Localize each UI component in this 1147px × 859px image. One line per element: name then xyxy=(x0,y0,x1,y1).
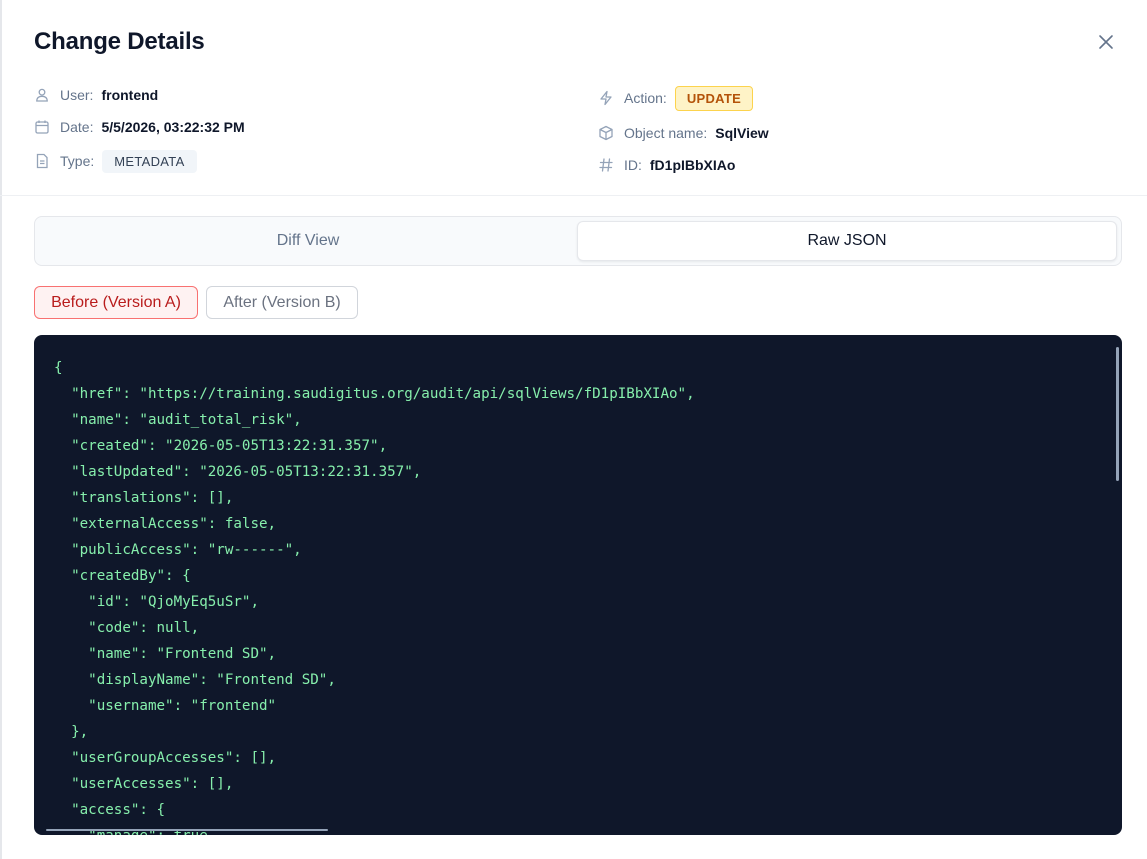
code-line: "translations": [], xyxy=(54,490,234,506)
cube-icon xyxy=(598,125,614,141)
code-line: "lastUpdated": "2026-05-05T13:22:31.357"… xyxy=(54,464,422,480)
code-line: "username": "frontend" xyxy=(54,698,277,714)
id-value: fD1pIBbXIAo xyxy=(649,157,736,173)
close-button[interactable] xyxy=(1094,30,1118,54)
code-line: "name": "audit_total_risk", xyxy=(54,412,302,428)
object-name-label: Object name: xyxy=(624,125,708,141)
id-label: ID: xyxy=(624,157,642,173)
code-line: "access": { xyxy=(54,802,166,818)
type-label: Type: xyxy=(60,153,95,169)
code-line: "createdBy": { xyxy=(54,568,191,584)
date-label: Date: xyxy=(60,119,94,135)
tab-diff-view[interactable]: Diff View xyxy=(39,221,577,261)
hash-icon xyxy=(598,157,614,173)
user-value: frontend xyxy=(101,87,159,103)
code-line: "displayName": "Frontend SD", xyxy=(54,672,336,688)
json-code-panel[interactable]: { "href": "https://training.saudigitus.o… xyxy=(34,335,1122,835)
dialog-title: Change Details xyxy=(34,28,205,55)
code-line: "code": null, xyxy=(54,620,200,636)
code-line: "id": "QjoMyEq5uSr", xyxy=(54,594,259,610)
code-line: "name": "Frontend SD", xyxy=(54,646,277,662)
code-line: "userGroupAccesses": [], xyxy=(54,750,277,766)
calendar-icon xyxy=(34,119,50,135)
user-icon xyxy=(34,87,50,103)
type-badge: METADATA xyxy=(102,149,197,173)
action-label: Action: xyxy=(624,90,667,106)
code-line: "userAccesses": [], xyxy=(54,776,234,792)
code-line: "publicAccess": "rw------", xyxy=(54,542,302,558)
view-tabs: Diff View Raw JSON xyxy=(34,216,1122,266)
vertical-scrollbar[interactable] xyxy=(1116,347,1119,481)
meta-id: ID: fD1pIBbXIAo xyxy=(598,153,735,177)
tab-raw-json[interactable]: Raw JSON xyxy=(577,221,1117,261)
after-version-button[interactable]: After (Version B) xyxy=(206,286,358,319)
lightning-icon xyxy=(598,90,614,106)
file-icon xyxy=(34,153,50,169)
code-line: "created": "2026-05-05T13:22:31.357", xyxy=(54,438,388,454)
meta-user: User: frontend xyxy=(34,83,158,107)
json-code: { "href": "https://training.saudigitus.o… xyxy=(54,355,695,835)
before-version-button[interactable]: Before (Version A) xyxy=(34,286,198,319)
code-line: "externalAccess": false, xyxy=(54,516,277,532)
code-line: "href": "https://training.saudigitus.org… xyxy=(54,386,695,402)
code-line: { xyxy=(54,360,63,376)
action-badge: UPDATE xyxy=(674,85,754,111)
date-value: 5/5/2026, 03:22:32 PM xyxy=(101,119,245,135)
meta-object-name: Object name: SqlView xyxy=(598,121,769,145)
dialog-header: Change Details User: frontend Date: 5/5/… xyxy=(0,0,1147,196)
code-line: }, xyxy=(54,724,89,740)
object-name-value: SqlView xyxy=(715,125,769,141)
x-icon xyxy=(1099,35,1113,49)
meta-date: Date: 5/5/2026, 03:22:32 PM xyxy=(34,115,245,139)
horizontal-scrollbar[interactable] xyxy=(46,829,328,831)
meta-type: Type: METADATA xyxy=(34,149,197,173)
user-label: User: xyxy=(60,87,94,103)
meta-action: Action: UPDATE xyxy=(598,85,754,111)
